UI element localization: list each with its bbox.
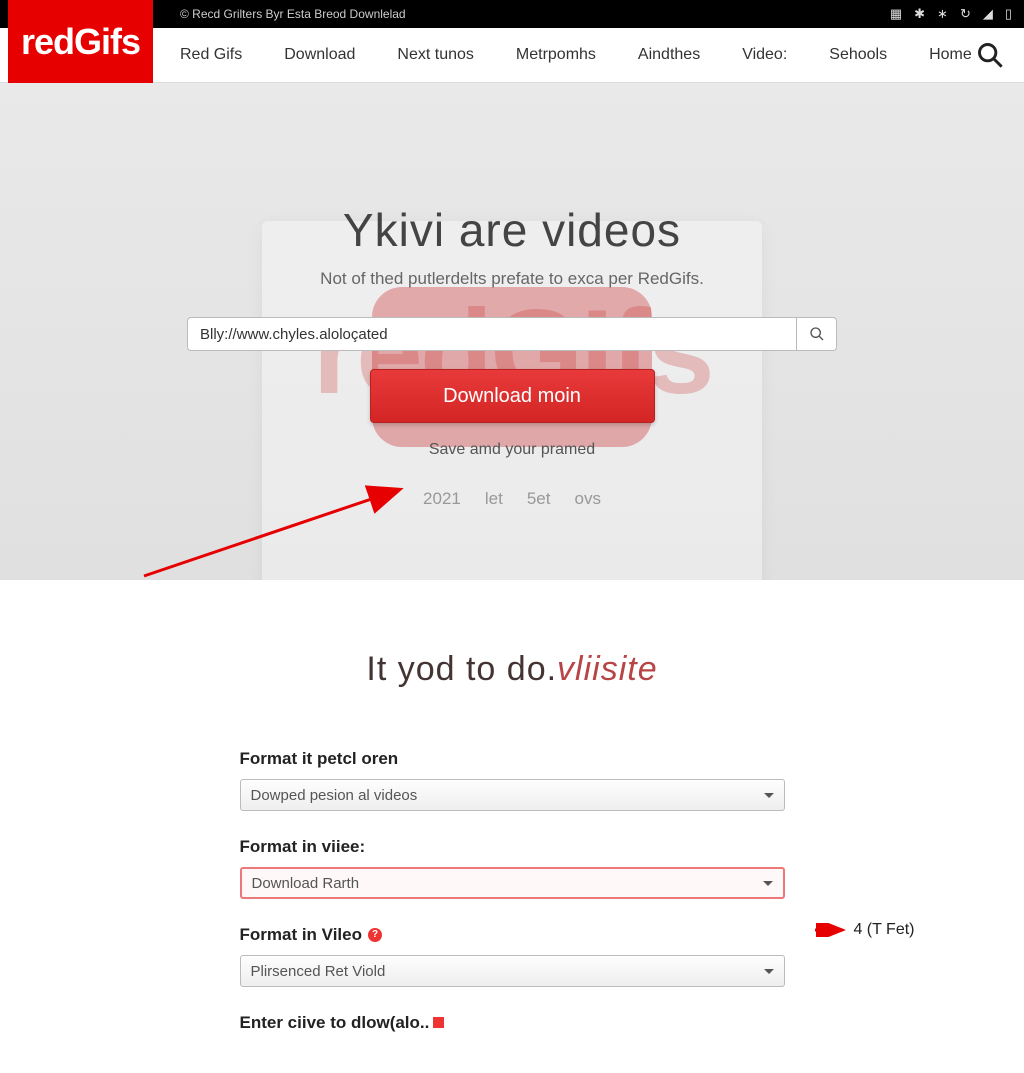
download-button[interactable]: Download moin	[370, 369, 655, 423]
meta-3: ovs	[574, 489, 600, 509]
final-prompt: Enter ciive to dlow(alo..	[240, 1013, 785, 1033]
lower-section: It yod to do.vliisite Format it petcl or…	[0, 580, 1024, 1073]
required-marker-icon	[433, 1017, 444, 1028]
field-1-label: Format it petcl oren	[240, 749, 785, 769]
field-3-value: Plirsenced Ret Viold	[251, 963, 386, 980]
sync-icon: ✱	[914, 6, 925, 22]
heading-part-a: It yod to do.	[366, 650, 557, 688]
brand-logo[interactable]: redGifs	[8, 0, 153, 83]
chevron-down-icon	[764, 969, 774, 979]
bluetooth-icon: ∗	[937, 6, 948, 22]
section-heading: It yod to do.vliisite	[0, 650, 1024, 689]
url-input-row	[187, 317, 837, 351]
final-prompt-text: Enter ciive to dlow(alo..	[240, 1013, 430, 1032]
nav-download[interactable]: Download	[284, 46, 355, 64]
nav-sehools[interactable]: Sehools	[829, 46, 887, 64]
field-3-label-text: Format in Vileo	[240, 925, 363, 945]
hero-section: redGIfs Ykivi are videos Not of thed put…	[0, 83, 1024, 580]
heading-part-b: vliisite	[557, 650, 658, 688]
meta-1: let	[485, 489, 503, 509]
hero-subtitle: Not of thed putlerdelts prefate to exca …	[0, 269, 1024, 289]
nav-videos[interactable]: Video:	[742, 46, 787, 64]
side-note-text: 4 (T Fet)	[853, 921, 914, 939]
field-1-value: Dowped pesion al videos	[251, 787, 418, 804]
nav-home[interactable]: Home	[929, 46, 972, 64]
field-2-select[interactable]: Download Rarth	[240, 867, 785, 899]
format-form: Format it petcl oren Dowped pesion al vi…	[240, 749, 785, 1033]
info-badge-icon: ?	[368, 928, 382, 942]
search-button[interactable]	[972, 37, 1008, 73]
brand-logo-text: redGifs	[21, 21, 140, 63]
hero-helper-text: Save amd your pramed	[0, 441, 1024, 459]
nav-next[interactable]: Next tunos	[397, 46, 473, 64]
system-topbar: © Recd Grilters Byr Esta Breod Downlelad…	[0, 0, 1024, 28]
url-input[interactable]	[187, 317, 797, 351]
field-2-value: Download Rarth	[252, 875, 360, 892]
loop-icon: ↻	[960, 6, 971, 22]
nav-aind[interactable]: Aindthes	[638, 46, 700, 64]
url-search-button[interactable]	[797, 317, 837, 351]
field-1-select[interactable]: Dowped pesion al videos	[240, 779, 785, 811]
chevron-down-icon	[763, 881, 773, 891]
meta-year: 2021	[423, 489, 461, 509]
search-icon	[976, 41, 1004, 69]
field-2-label: Format in viiee:	[240, 837, 785, 857]
search-icon	[809, 326, 825, 342]
hero-title: Ykivi are videos	[0, 203, 1024, 257]
hero-meta-row: 2021 let 5et ovs	[0, 489, 1024, 509]
field-3-select[interactable]: Plirsenced Ret Viold	[240, 955, 785, 987]
field-3-label: Format in Vileo ?	[240, 925, 785, 945]
battery-icon: ▯	[1005, 6, 1012, 22]
nav-redgifs[interactable]: Red Gifs	[180, 46, 242, 64]
main-nav: Red Gifs Download Next tunos Metrpomhs A…	[0, 28, 1024, 83]
status-tray: ▦ ✱ ∗ ↻ ◢ ▯	[890, 6, 1012, 22]
chevron-down-icon	[764, 793, 774, 803]
signal-icon: ◢	[983, 6, 993, 22]
topbar-tagline: © Recd Grilters Byr Esta Breod Downlelad	[180, 7, 406, 21]
callout-arrow-2: 4 (T Fet)	[813, 921, 914, 939]
meta-2: 5et	[527, 489, 551, 509]
cast-icon: ▦	[890, 6, 902, 22]
nav-metr[interactable]: Metrpomhs	[516, 46, 596, 64]
